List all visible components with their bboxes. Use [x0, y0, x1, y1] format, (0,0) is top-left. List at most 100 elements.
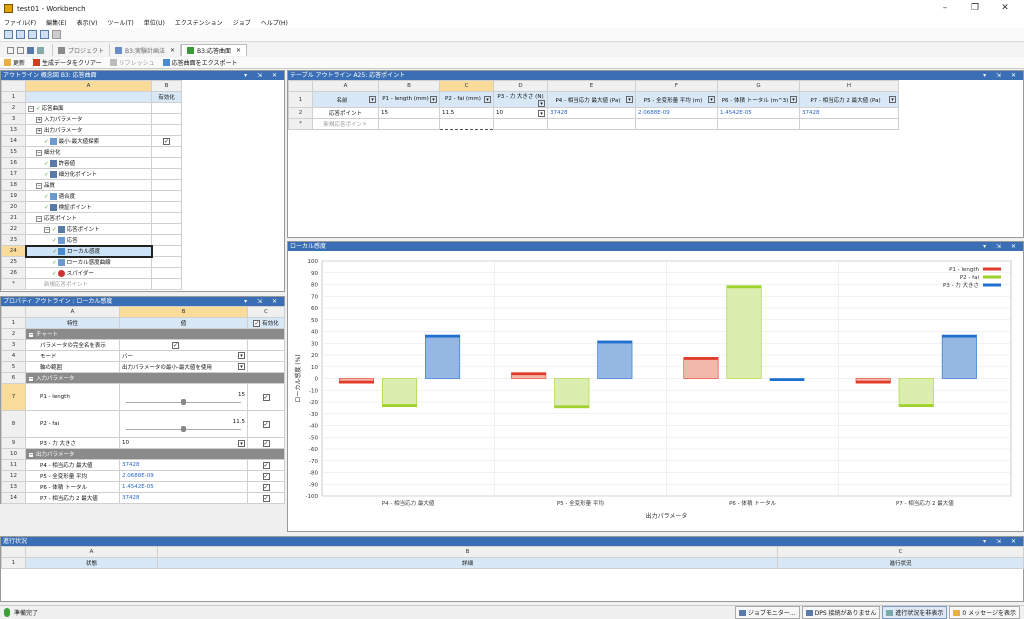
section-output[interactable]: 10 − 出力パラメータ: [1, 448, 285, 460]
outline-row[interactable]: 25 ✓ ローカル感度曲線: [1, 256, 182, 268]
dropdown-arrow-icon[interactable]: ▾: [430, 96, 437, 103]
save-as-icon[interactable]: [40, 30, 49, 39]
mode-select[interactable]: バー ▾: [119, 350, 248, 362]
outline-item-cell[interactable]: ✓ 検証ポイント: [25, 201, 152, 213]
outline-item-cell[interactable]: 新規応答ポイント: [25, 278, 152, 290]
outline-row[interactable]: 3 + 入力パラメータ: [1, 113, 182, 125]
header-p2[interactable]: P2 - fai (mm) ▾: [439, 91, 494, 108]
outline-item-cell[interactable]: ✓ ローカル感度曲線: [25, 256, 152, 268]
outline-row[interactable]: 18− 品質: [1, 179, 182, 191]
collapse-icon[interactable]: −: [36, 183, 42, 189]
header-p7[interactable]: P7 - 相当応力 2 最大値 (Pa) ▾: [799, 91, 899, 108]
p2-enable-checkbox[interactable]: ✓: [262, 420, 270, 428]
p3-enable-checkbox[interactable]: ✓: [262, 439, 270, 447]
column-header-b[interactable]: B: [119, 306, 248, 318]
outline-item-cell[interactable]: ✓ 細分化ポイント: [25, 168, 152, 180]
clear-generated-data-button[interactable]: 生成データをクリアー: [33, 58, 102, 67]
column-header-b[interactable]: B: [378, 80, 440, 92]
dropdown-arrow-icon[interactable]: ▾: [538, 109, 545, 117]
outline-item-cell[interactable]: ✓ 最小-最大値探索: [25, 135, 152, 147]
column-header-c[interactable]: C: [247, 306, 285, 318]
expand-icon[interactable]: +: [36, 117, 42, 123]
p2-slider-thumb[interactable]: [181, 425, 187, 432]
menu-help[interactable]: ヘルプ(H): [261, 18, 288, 27]
panel-controls[interactable]: ▾ ⇲ ✕: [244, 297, 281, 306]
collapse-icon[interactable]: −: [36, 150, 42, 156]
header-p4[interactable]: P4 - 相当応力 最大値 (Pa) ▾: [547, 91, 636, 108]
menu-edit[interactable]: 編集(E): [46, 18, 66, 27]
collapse-icon[interactable]: −: [28, 106, 34, 112]
panel-controls[interactable]: ▾ ⇲ ✕: [244, 71, 281, 80]
p7-enable-checkbox[interactable]: ✓: [262, 494, 270, 502]
p3-select[interactable]: 10 ▾: [119, 437, 248, 449]
dps-connection-button[interactable]: DPS 接続がありません: [801, 606, 881, 619]
tab-doe[interactable]: B3:実験計画法 ✕: [110, 44, 182, 56]
p1-enable-checkbox[interactable]: ✓: [262, 393, 270, 401]
cell-name[interactable]: 応答ポイント: [312, 107, 379, 119]
axis-range-select[interactable]: 出力パラメータの最小-最大値を使用 ▾: [119, 361, 248, 373]
open-project-icon[interactable]: [16, 30, 25, 39]
column-header-a[interactable]: A: [25, 80, 152, 92]
p1-slider-cell[interactable]: 15: [119, 383, 248, 411]
outline-item-cell[interactable]: + 出力パラメータ: [25, 124, 152, 136]
outline-item-cell[interactable]: − ✓ 応答ポイント: [25, 223, 152, 235]
outline-row[interactable]: 1 有効化: [1, 91, 182, 103]
column-header-b[interactable]: B: [151, 80, 182, 92]
bar-0-2[interactable]: [683, 357, 719, 379]
outline-item-cell[interactable]: [25, 91, 152, 103]
column-header-f[interactable]: F: [635, 80, 718, 92]
panel-controls[interactable]: ▾ ⇲ ✕: [983, 71, 1020, 80]
menu-file[interactable]: ファイル(F): [4, 18, 36, 27]
outline-row[interactable]: 21− 応答ポイント: [1, 212, 182, 224]
outline-row[interactable]: 17 ✓ 細分化ポイント: [1, 168, 182, 180]
dropdown-arrow-icon[interactable]: ▾: [238, 363, 245, 370]
outline-row[interactable]: 26 ✓ スパイダー: [1, 267, 182, 279]
outline-item-cell[interactable]: ✓ スパイダー: [25, 267, 152, 279]
outline-row[interactable]: 14 ✓ 最小-最大値探索 ✓: [1, 135, 182, 147]
collapse-icon[interactable]: −: [36, 216, 42, 222]
section-input[interactable]: 6 − 入力パラメータ: [1, 372, 285, 384]
outline-item-cell[interactable]: ✓ 適合度: [25, 190, 152, 202]
bar-1-2[interactable]: [726, 285, 762, 379]
outline-row[interactable]: * 新規応答ポイント: [1, 278, 182, 290]
outline-item-cell[interactable]: − 品質: [25, 179, 152, 191]
p6-enable-checkbox[interactable]: ✓: [262, 483, 270, 491]
bar-1-0[interactable]: [381, 378, 418, 408]
dropdown-arrow-icon[interactable]: ▾: [790, 95, 797, 103]
cell-p3[interactable]: 10 ▾: [493, 107, 548, 119]
p5-enable-checkbox[interactable]: ✓: [262, 472, 270, 480]
collapse-icon[interactable]: −: [28, 452, 34, 458]
enabled-checkbox[interactable]: ✓: [163, 137, 170, 145]
column-header-h[interactable]: H: [799, 80, 899, 92]
new-response-point-cell[interactable]: 新規応答ポイント: [312, 118, 379, 130]
outline-row[interactable]: 24 ✓ ローカル感度: [1, 244, 182, 258]
empty-cell[interactable]: [493, 118, 548, 130]
update-button[interactable]: 更新: [4, 58, 25, 67]
header-p1[interactable]: P1 - length (mm) ▾: [378, 91, 440, 108]
collapse-icon[interactable]: −: [28, 332, 34, 338]
outline-item-cell[interactable]: ✓ ローカル感度: [24, 244, 153, 258]
local-sensitivity-chart[interactable]: 1009080706050403020100-10-20-30-40-50-60…: [288, 251, 1023, 531]
header-p5[interactable]: P5 - 全変形量 平均 (m) ▾: [635, 91, 718, 108]
outline-row[interactable]: 13 + 出力パラメータ: [1, 124, 182, 136]
dropdown-arrow-icon[interactable]: ▾: [889, 95, 896, 103]
menu-tools[interactable]: ツール(T): [107, 18, 133, 27]
empty-cell[interactable]: [378, 118, 440, 130]
new-project-icon[interactable]: [4, 30, 13, 39]
outline-row[interactable]: 2− ✓応答曲面: [1, 102, 182, 114]
menu-jobs[interactable]: ジョブ: [233, 18, 251, 27]
bar-1-1[interactable]: [554, 378, 590, 409]
outline-row[interactable]: 22 − ✓ 応答ポイント: [1, 223, 182, 235]
header-name[interactable]: 名前 ▾: [312, 91, 379, 108]
outline-item-cell[interactable]: + 入力パラメータ: [25, 113, 152, 125]
show-messages-button[interactable]: 0 メッセージを表示: [949, 606, 1020, 619]
close-window-button[interactable]: ✕: [990, 0, 1020, 17]
header-p3[interactable]: P3 - 力 大きさ (N) ▾: [493, 91, 548, 108]
panel-controls[interactable]: ▾ ⇲ ✕: [983, 537, 1020, 546]
p2-slider-cell[interactable]: 11.5: [119, 410, 248, 438]
p4-enable-checkbox[interactable]: ✓: [262, 461, 270, 469]
dropdown-arrow-icon[interactable]: ▾: [626, 95, 633, 103]
cell-p1[interactable]: 15: [378, 107, 440, 119]
panel-controls[interactable]: ▾ ⇲ ✕: [983, 242, 1020, 251]
enable-all-checkbox[interactable]: ✓: [253, 320, 261, 327]
